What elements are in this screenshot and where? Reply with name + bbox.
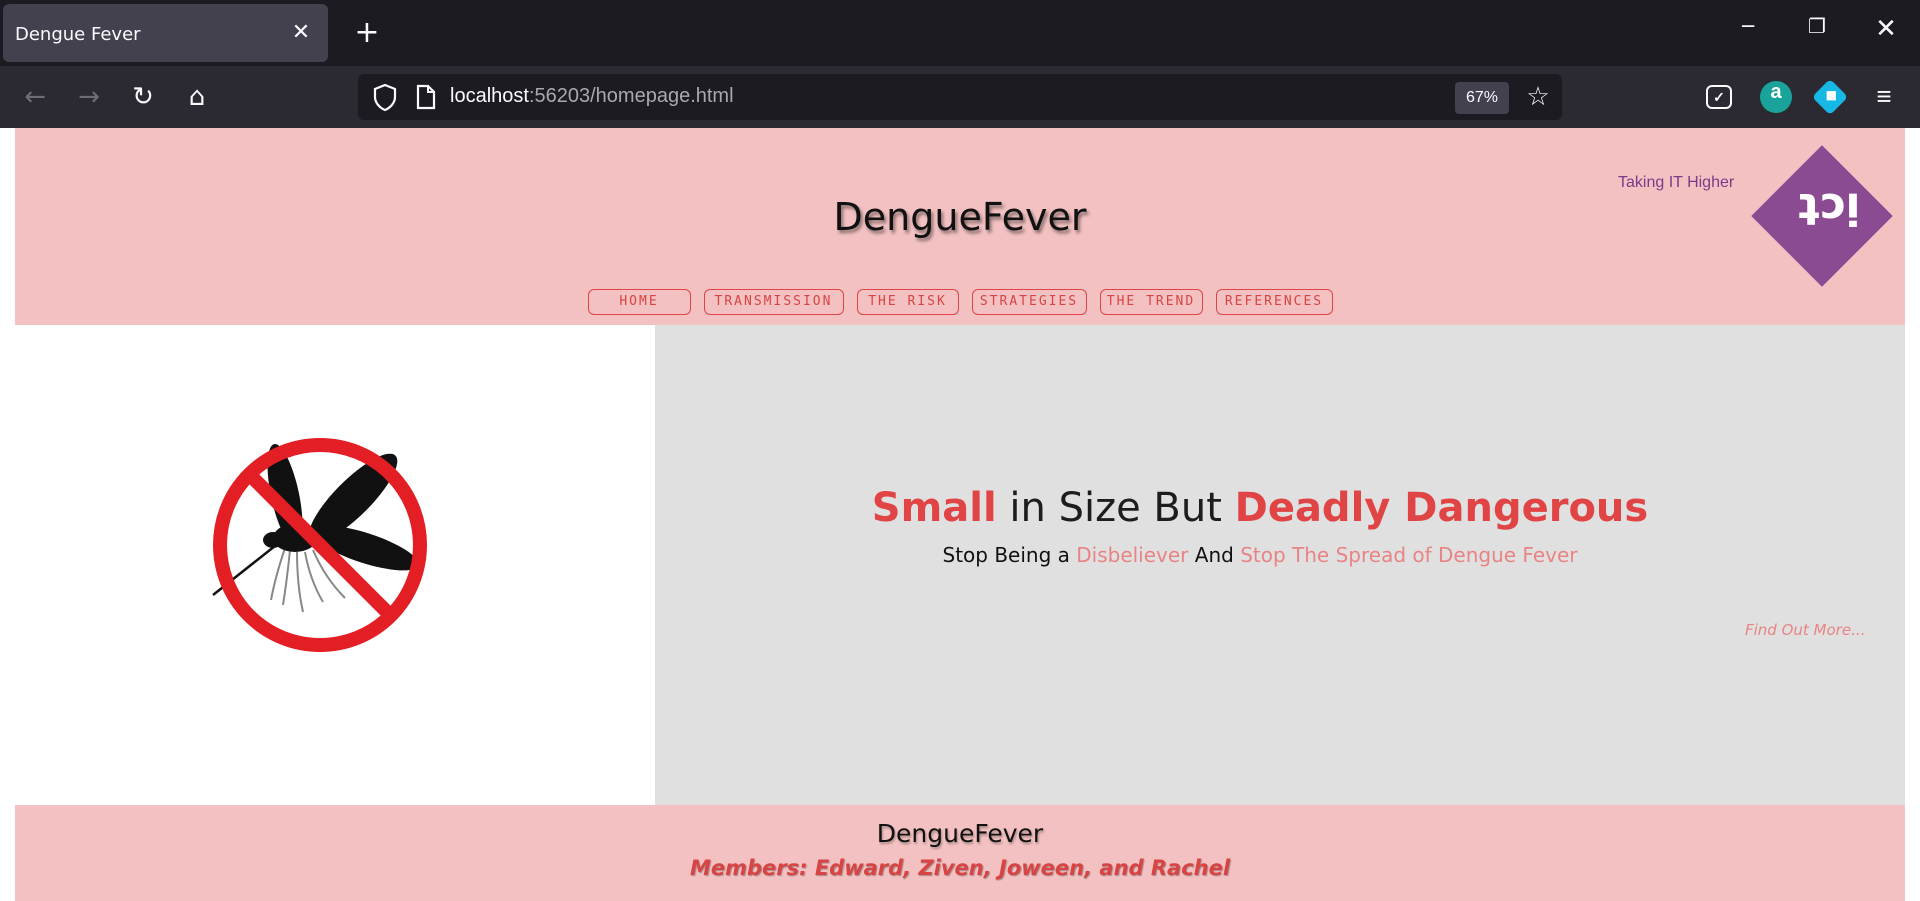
nav-references[interactable]: REFERENCES xyxy=(1215,289,1333,315)
url-host: localhost xyxy=(450,85,529,107)
forward-icon[interactable]: → xyxy=(70,78,108,116)
tagline: Taking IT Higher xyxy=(1618,174,1735,191)
browser-tab[interactable]: Dengue Fever ✕ xyxy=(3,4,328,62)
footer-title: DengueFever xyxy=(876,819,1044,848)
site-title: DengueFever xyxy=(833,195,1087,239)
navigation-bar: ← → ↻ ⌂ localhost:56203/homepage.html 67… xyxy=(0,66,1920,128)
nav-the-risk[interactable]: THE RISK xyxy=(856,289,959,315)
subline-disbeliever: Disbeliever xyxy=(1076,543,1189,567)
url-bar[interactable]: localhost:56203/homepage.html 67% ☆ xyxy=(358,74,1562,120)
extension-icon[interactable]: ◆ xyxy=(1811,78,1849,116)
tab-bar: Dengue Fever ✕ + ─ ❐ ✕ xyxy=(0,0,1920,66)
headline-small: Small xyxy=(871,485,997,531)
zoom-indicator[interactable]: 67% xyxy=(1455,82,1509,114)
home-icon[interactable]: ⌂ xyxy=(178,78,216,116)
subline-part-1: Stop Being a xyxy=(942,543,1077,567)
subline-part-3: And xyxy=(1188,543,1241,567)
reload-icon[interactable]: ↻ xyxy=(124,78,162,116)
menu-icon[interactable]: ≡ xyxy=(1868,81,1900,113)
tab-close-icon[interactable]: ✕ xyxy=(286,18,316,48)
tab-title: Dengue Fever xyxy=(15,24,141,45)
back-icon[interactable]: ← xyxy=(16,78,54,116)
restore-icon[interactable]: ❐ xyxy=(1793,14,1841,54)
hero-subline: Stop Being a Disbeliever And Stop The Sp… xyxy=(655,543,1865,567)
bookmark-star-icon[interactable]: ☆ xyxy=(1520,79,1556,115)
site-footer: DengueFever Members: Edward, Ziven, Jowe… xyxy=(15,805,1905,901)
site-header: DengueFever Taking IT Higher ict HOME TR… xyxy=(15,128,1905,325)
no-mosquito-icon xyxy=(212,438,427,652)
ict-logo: ict xyxy=(1751,145,1893,287)
hero-content: Small in Size But Deadly Dangerous Stop … xyxy=(655,325,1905,805)
nav-the-trend[interactable]: THE TREND xyxy=(1099,289,1203,315)
headline-deadly: Deadly Dangerous xyxy=(1234,485,1649,531)
footer-members: Members: Edward, Ziven, Joween, and Rach… xyxy=(689,856,1231,880)
url-path: :56203/homepage.html xyxy=(528,85,734,107)
site-nav: HOME TRANSMISSION THE RISK STRATEGIES TH… xyxy=(15,289,1905,315)
url-text[interactable]: localhost:56203/homepage.html xyxy=(450,85,734,108)
page-icon[interactable] xyxy=(410,82,440,112)
hero-image-area xyxy=(0,325,655,805)
shield-icon[interactable] xyxy=(368,80,402,114)
nav-home[interactable]: HOME xyxy=(587,289,691,315)
amazon-icon[interactable]: a xyxy=(1760,81,1792,113)
ict-logo-text: ict xyxy=(1798,183,1861,235)
hero-headline: Small in Size But Deadly Dangerous xyxy=(655,485,1865,531)
headline-middle: in Size But xyxy=(996,485,1235,531)
subline-stop-spread: Stop The Spread of Dengue Fever xyxy=(1240,543,1578,567)
pocket-icon[interactable]: ✓ xyxy=(1706,85,1732,109)
find-out-more-link[interactable]: Find Out More... xyxy=(1745,621,1865,639)
new-tab-icon[interactable]: + xyxy=(350,16,384,50)
page-viewport: DengueFever Taking IT Higher ict HOME TR… xyxy=(0,128,1920,901)
window-close-icon[interactable]: ✕ xyxy=(1862,14,1910,54)
nav-transmission[interactable]: TRANSMISSION xyxy=(703,289,844,315)
minimize-icon[interactable]: ─ xyxy=(1724,14,1772,54)
nav-strategies[interactable]: STRATEGIES xyxy=(971,289,1087,315)
